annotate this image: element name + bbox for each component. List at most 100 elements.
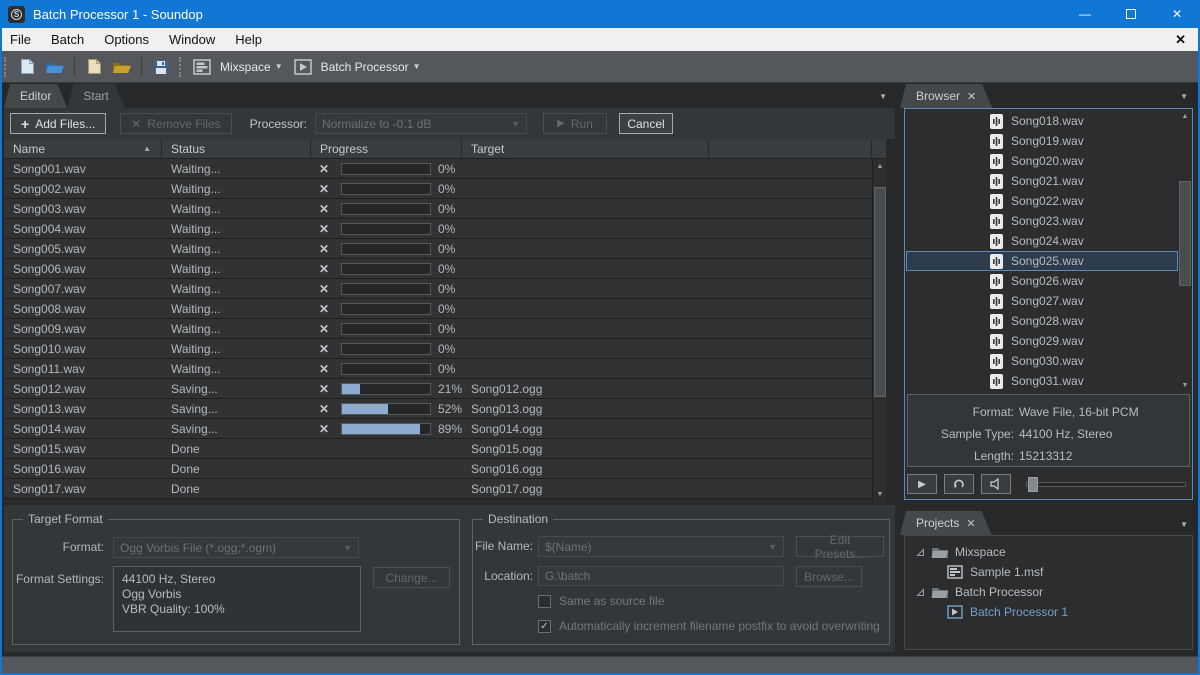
document-close-icon[interactable]: ✕: [1175, 32, 1186, 48]
menu-batch[interactable]: Batch: [41, 28, 94, 51]
table-row[interactable]: Song005.wav Waiting... ✕ 0%: [4, 239, 872, 259]
cancel-row-icon[interactable]: ✕: [319, 422, 335, 436]
scroll-down-icon[interactable]: ▼: [1178, 380, 1192, 392]
cancel-row-icon[interactable]: ✕: [319, 362, 335, 376]
project-item-batch-processor[interactable]: Batch Processor: [905, 582, 1192, 602]
cancel-row-icon[interactable]: ✕: [319, 402, 335, 416]
batch-processor-menu[interactable]: Batch Processor: [321, 60, 409, 74]
cancel-row-icon[interactable]: ✕: [319, 162, 335, 176]
title-bar[interactable]: S Batch Processor 1 - Soundop — ✕: [0, 0, 1200, 28]
slider-handle[interactable]: [1028, 477, 1038, 492]
cancel-row-icon[interactable]: ✕: [319, 342, 335, 356]
open-file-button[interactable]: [44, 56, 66, 78]
table-row[interactable]: Song015.wav Done Song015.ogg: [4, 439, 872, 459]
cancel-row-icon[interactable]: ✕: [319, 202, 335, 216]
batch-processor-icon[interactable]: [292, 56, 314, 78]
project-item-mixspace[interactable]: Mixspace: [905, 542, 1192, 562]
table-row[interactable]: Song001.wav Waiting... ✕ 0%: [4, 159, 872, 179]
cancel-row-icon[interactable]: ✕: [319, 222, 335, 236]
table-row[interactable]: Song014.wav Saving... ✕ 89% Song014.ogg: [4, 419, 872, 439]
menu-help[interactable]: Help: [225, 28, 272, 51]
tab-start[interactable]: Start: [67, 84, 124, 108]
table-row[interactable]: Song007.wav Waiting... ✕ 0%: [4, 279, 872, 299]
column-header-status[interactable]: Status: [162, 139, 311, 158]
tab-editor[interactable]: Editor: [4, 84, 67, 108]
processor-dropdown[interactable]: Normalize to -0.1 dB ▼: [315, 113, 527, 134]
change-button[interactable]: Change...: [373, 567, 450, 588]
cancel-button[interactable]: Cancel: [619, 113, 673, 134]
panel-menu-icon[interactable]: ▼: [1180, 520, 1188, 529]
tab-projects[interactable]: Projects ✕: [900, 511, 992, 535]
cancel-row-icon[interactable]: ✕: [319, 382, 335, 396]
auto-increment-checkbox[interactable]: ✓ Automatically increment filename postf…: [538, 619, 880, 633]
browser-file-item[interactable]: Song023.wav: [906, 211, 1178, 231]
table-scrollbar[interactable]: ▲ ▼: [872, 159, 886, 503]
browser-file-item[interactable]: Song024.wav: [906, 231, 1178, 251]
browser-file-item[interactable]: Song019.wav: [906, 131, 1178, 151]
scroll-up-icon[interactable]: ▲: [1178, 111, 1192, 123]
menu-options[interactable]: Options: [94, 28, 159, 51]
table-row[interactable]: Song013.wav Saving... ✕ 52% Song013.ogg: [4, 399, 872, 419]
format-dropdown[interactable]: Ogg Vorbis File (*.ogg;*.ogm) ▼: [113, 537, 359, 558]
expander-icon[interactable]: [915, 548, 925, 557]
table-row[interactable]: Song006.wav Waiting... ✕ 0%: [4, 259, 872, 279]
cancel-row-icon[interactable]: ✕: [319, 242, 335, 256]
browser-file-item[interactable]: Song022.wav: [906, 191, 1178, 211]
table-row[interactable]: Song003.wav Waiting... ✕ 0%: [4, 199, 872, 219]
loop-button[interactable]: [944, 474, 974, 494]
open-project-button[interactable]: [111, 56, 133, 78]
new-project-button[interactable]: [83, 56, 105, 78]
table-row[interactable]: Song004.wav Waiting... ✕ 0%: [4, 219, 872, 239]
project-item-batch-processor-1[interactable]: Batch Processor 1: [905, 602, 1192, 622]
close-button[interactable]: ✕: [1154, 0, 1200, 28]
scroll-up-icon[interactable]: ▲: [873, 161, 887, 173]
scroll-down-icon[interactable]: ▼: [873, 489, 887, 501]
location-input[interactable]: G:\batch: [538, 566, 784, 586]
browser-file-item[interactable]: Song018.wav: [906, 111, 1178, 131]
play-button[interactable]: ▶: [907, 474, 937, 494]
table-row[interactable]: Song011.wav Waiting... ✕ 0%: [4, 359, 872, 379]
mixspace-icon[interactable]: [191, 56, 213, 78]
panel-menu-icon[interactable]: ▼: [1180, 92, 1188, 101]
toolbar-grip[interactable]: [4, 57, 7, 77]
cancel-row-icon[interactable]: ✕: [319, 322, 335, 336]
add-files-button[interactable]: + Add Files...: [10, 113, 106, 134]
cancel-row-icon[interactable]: ✕: [319, 262, 335, 276]
table-row[interactable]: Song010.wav Waiting... ✕ 0%: [4, 339, 872, 359]
browser-file-item[interactable]: Song020.wav: [906, 151, 1178, 171]
column-header-target[interactable]: Target: [462, 139, 709, 158]
tab-browser[interactable]: Browser ✕: [900, 84, 992, 108]
menu-file[interactable]: File: [0, 28, 41, 51]
cancel-row-icon[interactable]: ✕: [319, 302, 335, 316]
browser-file-item[interactable]: Song027.wav: [906, 291, 1178, 311]
browse-button[interactable]: Browse...: [796, 566, 862, 587]
new-file-button[interactable]: [16, 56, 38, 78]
run-button[interactable]: ▶ Run: [543, 113, 607, 134]
browser-file-item[interactable]: Song028.wav: [906, 311, 1178, 331]
browser-file-item[interactable]: Song025.wav: [906, 251, 1178, 271]
table-row[interactable]: Song016.wav Done Song016.ogg: [4, 459, 872, 479]
remove-files-button[interactable]: ✕ Remove Files: [120, 113, 231, 134]
mixspace-menu[interactable]: Mixspace: [220, 60, 271, 74]
maximize-button[interactable]: [1108, 0, 1154, 28]
menu-window[interactable]: Window: [159, 28, 225, 51]
table-row[interactable]: Song002.wav Waiting... ✕ 0%: [4, 179, 872, 199]
tabstrip-menu-icon[interactable]: ▼: [879, 92, 887, 101]
expander-icon[interactable]: [915, 588, 925, 597]
table-row[interactable]: Song012.wav Saving... ✕ 21% Song012.ogg: [4, 379, 872, 399]
toolbar-grip[interactable]: [179, 57, 182, 77]
save-button[interactable]: [150, 56, 172, 78]
cancel-row-icon[interactable]: ✕: [319, 182, 335, 196]
close-tab-icon[interactable]: ✕: [967, 90, 976, 103]
column-header-progress[interactable]: Progress: [311, 139, 462, 158]
browser-file-item[interactable]: Song021.wav: [906, 171, 1178, 191]
scrollbar-thumb[interactable]: [874, 187, 886, 397]
browser-scrollbar[interactable]: ▲ ▼: [1178, 111, 1190, 392]
minimize-button[interactable]: —: [1062, 0, 1108, 28]
volume-slider[interactable]: [1026, 474, 1186, 494]
browser-file-item[interactable]: Song029.wav: [906, 331, 1178, 351]
scrollbar-thumb[interactable]: [1179, 181, 1191, 286]
same-as-source-checkbox[interactable]: Same as source file: [538, 594, 664, 608]
project-item-sample[interactable]: Sample 1.msf: [905, 562, 1192, 582]
table-row[interactable]: Song017.wav Done Song017.ogg: [4, 479, 872, 499]
